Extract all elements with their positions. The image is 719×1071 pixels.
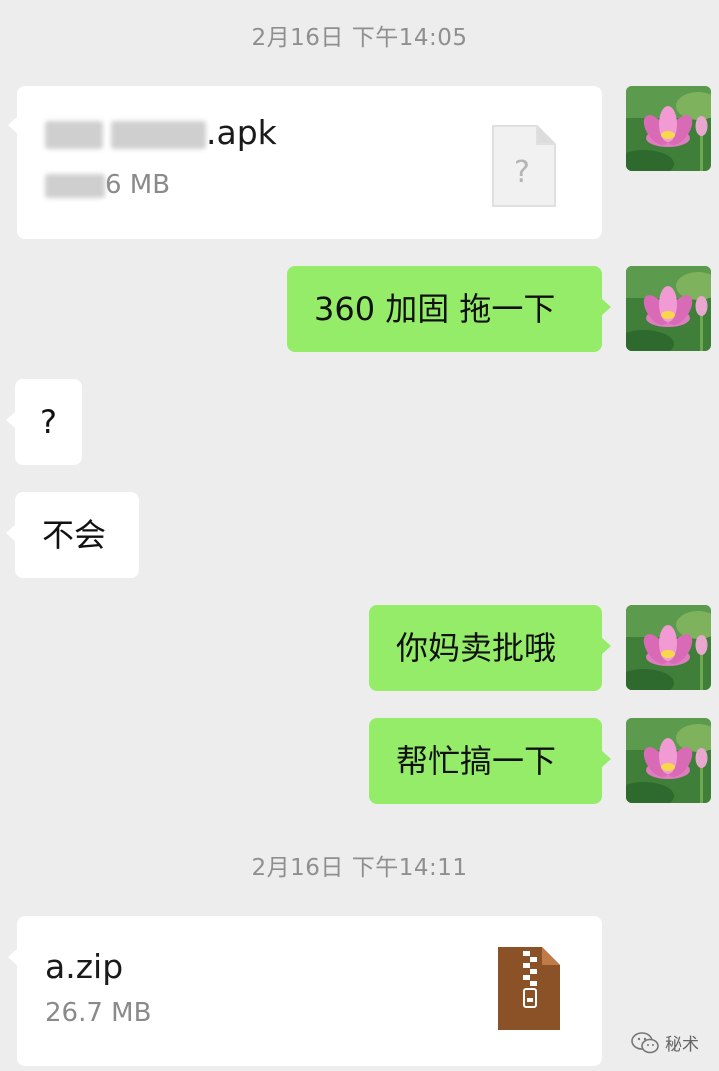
message-bubble-received[interactable]: ? — [6, 379, 82, 465]
file-message-apk[interactable]: .apk 6 MB ? — [8, 86, 602, 239]
message-text: 不会 — [42, 516, 107, 554]
svg-text:?: ? — [514, 155, 530, 190]
avatar[interactable] — [626, 605, 711, 690]
lotus-avatar-icon — [626, 718, 711, 803]
lotus-avatar-icon — [626, 605, 711, 690]
watermark-text: 秘术 — [665, 1035, 699, 1055]
avatar[interactable] — [626, 266, 711, 351]
unknown-file-icon: ? — [492, 125, 556, 207]
timestamp: 2月16日 下午14:05 — [251, 25, 468, 51]
redacted-text — [111, 120, 206, 149]
message-text: 360 加固 拖一下 — [314, 290, 556, 328]
zip-archive-icon — [498, 947, 560, 1030]
message-bubble-sent[interactable]: 360 加固 拖一下 — [287, 266, 611, 352]
wechat-official-account-icon — [631, 1031, 659, 1053]
file-size: 6 MB — [45, 172, 170, 198]
lotus-avatar-icon — [626, 266, 711, 351]
message-bubble-received[interactable]: 不会 — [6, 492, 139, 578]
file-size: 26.7 MB — [45, 998, 152, 1028]
timestamp: 2月16日 下午14:11 — [251, 855, 468, 881]
avatar[interactable] — [626, 86, 711, 171]
message-bubble-sent[interactable]: 帮忙搞一下 — [369, 718, 611, 804]
file-name: .apk — [45, 116, 277, 149]
message-bubble-sent[interactable]: 你妈卖批哦 — [369, 605, 611, 691]
redacted-text — [45, 120, 103, 149]
avatar[interactable] — [626, 718, 711, 803]
file-message-zip[interactable]: a.zip 26.7 MB — [8, 916, 602, 1066]
redacted-text — [45, 173, 105, 198]
message-text: 你妈卖批哦 — [396, 629, 557, 667]
file-name: a.zip — [45, 947, 124, 986]
watermark: 秘术 — [631, 1030, 699, 1055]
message-text: 帮忙搞一下 — [396, 742, 557, 780]
message-text: ? — [40, 403, 57, 441]
lotus-avatar-icon — [626, 86, 711, 171]
